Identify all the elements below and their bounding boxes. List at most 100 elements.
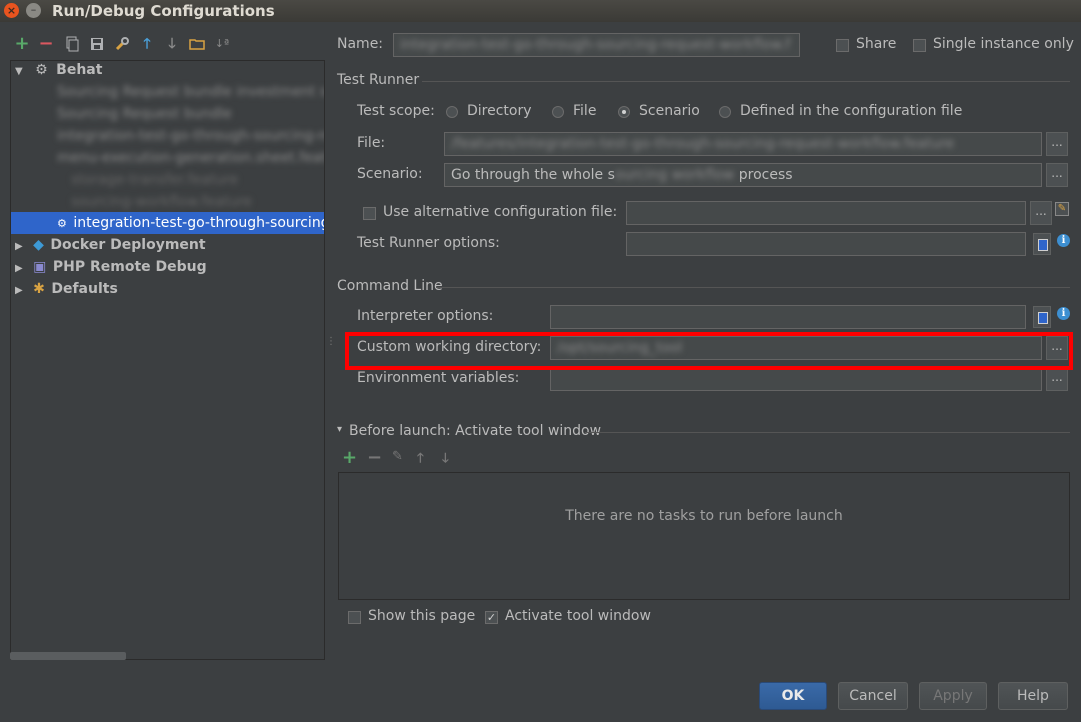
expand-arrow-icon[interactable]: ▶ [15,263,23,274]
single-instance-checkbox[interactable] [913,39,926,52]
minimize-icon[interactable]: – [26,3,41,18]
move-task-down-icon[interactable]: 🡓 [442,449,449,471]
file-browse-button[interactable]: ... [1046,132,1068,156]
before-launch-title[interactable]: Before launch: Activate tool window [349,423,601,439]
behat-icon: ⚙ [35,62,48,78]
php-icon: ▣ [33,259,47,275]
ok-button[interactable]: OK [759,682,827,710]
tree-horizontal-scrollbar[interactable] [10,652,126,660]
arrow-down-icon[interactable]: 🡓 [164,36,180,52]
tree-item-label: Behat [56,62,103,78]
docker-icon: ◆ [33,237,44,253]
show-this-page-label: Show this page [368,608,476,624]
info-icon[interactable]: i [1057,234,1070,247]
scenario-value-suffix: process [738,167,793,183]
alt-config-input[interactable] [626,201,1026,225]
defaults-wrench-icon: ✱ [33,281,45,297]
tree-item-label: Defaults [51,281,118,297]
wrench-icon[interactable] [114,36,130,52]
test-runner-section-title: Test Runner [337,72,420,88]
expand-editor-icon[interactable] [1033,306,1051,328]
tree-item-php-remote-debug[interactable]: ▶ ▣ PHP Remote Debug [15,256,207,278]
environment-variables-label: Environment variables: [357,370,520,386]
before-launch-task-list[interactable] [338,472,1070,600]
tree-item-selected[interactable]: ⚙ integration-test-go-through-sourcing [11,212,324,234]
splitter-handle[interactable]: ⋮ [326,337,336,347]
share-checkbox[interactable] [836,39,849,52]
name-value: integration-test-go-through-sourcing-req… [400,37,791,53]
remove-icon[interactable]: − [38,35,54,53]
empty-tasks-text: There are no tasks to run before launch [565,508,843,524]
section-divider [436,287,1070,288]
tree-item-blurred[interactable]: sourcing-workflow.feature [71,191,252,213]
tree-item-label: PHP Remote Debug [52,259,207,275]
section-divider [422,81,1070,82]
help-button[interactable]: Help [998,682,1068,710]
scope-config-file-radio[interactable] [719,106,731,118]
behat-config-icon: ⚙ [57,217,67,230]
share-label: Share [856,36,897,52]
interpreter-options-input[interactable] [550,305,1026,329]
tree-item-blurred[interactable]: integration-test-go-through-sourcing-req… [57,125,324,147]
remove-task-icon[interactable]: − [367,447,382,468]
interpreter-options-label: Interpreter options: [357,308,494,324]
move-task-up-icon[interactable]: 🡑 [417,449,424,471]
scenario-browse-button[interactable]: ... [1046,163,1068,187]
configurations-tree[interactable]: ▼ ⚙ Behat Sourcing Request bundle invest… [10,60,325,660]
tree-item-blurred[interactable]: menu-execution-generation.sheet.feature [57,147,324,169]
scope-file-radio[interactable] [552,106,564,118]
file-input[interactable]: /features/integration-test-go-through-so… [444,132,1042,156]
alt-config-settings-icon[interactable]: ✎ [1055,202,1069,216]
name-label: Name: [337,36,384,52]
add-icon[interactable]: + [14,35,30,53]
collapse-arrow-icon[interactable]: ▾ [337,424,342,435]
name-input[interactable]: integration-test-go-through-sourcing-req… [393,33,800,57]
tree-item-blurred[interactable]: Sourcing Request bundle investment scena… [57,81,324,103]
file-value: /features/integration-test-go-through-so… [451,136,955,152]
test-scope-label: Test scope: [357,103,435,119]
info-icon[interactable]: i [1057,307,1070,320]
sort-icon[interactable]: ↓ª [214,36,230,52]
expand-arrow-icon[interactable]: ▶ [15,241,23,252]
add-task-icon[interactable]: + [342,447,357,468]
close-icon[interactable]: × [4,3,19,18]
expand-arrow-icon[interactable]: ▼ [15,66,23,77]
scope-directory-radio[interactable] [446,106,458,118]
expand-editor-icon[interactable] [1033,233,1051,255]
section-divider [585,432,1070,433]
scope-config-file-label: Defined in the configuration file [740,103,963,119]
tree-item-behat[interactable]: ▼ ⚙ Behat [15,61,103,81]
scenario-input[interactable]: Go through the whole sourcing workflow p… [444,163,1042,187]
alt-config-checkbox[interactable] [363,207,376,220]
activate-tool-window-checkbox[interactable]: ✓ [485,611,498,624]
test-runner-options-label: Test Runner options: [357,235,500,251]
arrow-up-icon[interactable]: 🡑 [139,36,155,52]
scope-directory-label: Directory [467,103,532,119]
activate-tool-window-label: Activate tool window [505,608,651,624]
scenario-label: Scenario: [357,166,423,182]
copy-icon[interactable] [64,36,80,52]
env-browse-button[interactable]: ... [1046,367,1068,391]
scope-scenario-radio[interactable] [618,106,630,118]
file-label: File: [357,135,386,151]
show-this-page-checkbox[interactable] [348,611,361,624]
apply-button[interactable]: Apply [919,682,987,710]
save-icon[interactable] [89,36,105,52]
edit-task-icon[interactable]: ✎ [392,449,403,464]
cancel-button[interactable]: Cancel [838,682,908,710]
highlight-box [345,332,1073,370]
tree-item-blurred[interactable]: Sourcing Request bundle [57,103,232,125]
folder-icon[interactable] [189,36,205,52]
tree-item-label: integration-test-go-through-sourcing [73,215,325,231]
alt-config-browse-button[interactable]: ... [1030,201,1052,225]
tree-item-defaults[interactable]: ▶ ✱ Defaults [15,278,118,300]
tree-item-docker[interactable]: ▶ ◆ Docker Deployment [15,234,206,256]
test-runner-options-input[interactable] [626,232,1026,256]
alt-config-label: Use alternative configuration file: [383,204,618,220]
scenario-value-blurred: ourcing workflow [614,167,735,183]
environment-variables-input[interactable] [550,367,1042,391]
tree-item-blurred[interactable]: storage-transfer.feature [71,169,238,191]
expand-arrow-icon[interactable]: ▶ [15,285,23,296]
tree-item-label: Docker Deployment [50,237,206,253]
command-line-section-title: Command Line [337,278,443,294]
